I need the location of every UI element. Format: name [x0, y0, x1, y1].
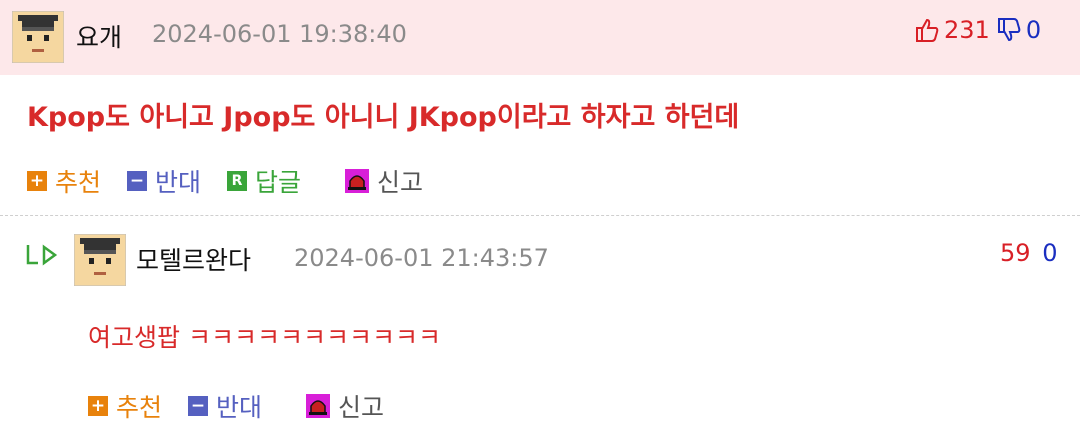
comment-text: Kpop도 아니고 Jpop도 아니니 JKpop이라고 하자고 하던데	[27, 102, 740, 133]
recommend-button[interactable]: + 추천	[27, 163, 101, 199]
downvote-count: 0	[1025, 16, 1042, 44]
recommend-label: 추천	[55, 168, 102, 197]
report-button[interactable]: 신고	[306, 388, 384, 424]
minus-icon: −	[127, 171, 148, 191]
oppose-label: 반대	[216, 393, 263, 422]
upvote-count: 59	[1000, 239, 1031, 267]
user-avatar-icon[interactable]	[74, 234, 126, 286]
oppose-button[interactable]: − 반대	[127, 163, 201, 199]
oppose-label: 반대	[155, 168, 202, 197]
thumbs-down-icon[interactable]	[996, 17, 1022, 43]
siren-icon	[345, 169, 370, 193]
minus-icon: −	[188, 396, 209, 416]
comment-nickname[interactable]: 모텔르완다	[136, 241, 251, 277]
recommend-label: 추천	[116, 393, 163, 422]
comment-nickname[interactable]: 요개	[76, 18, 122, 54]
comment-divider	[0, 215, 1080, 216]
report-label: 신고	[338, 393, 385, 422]
vote-counts: 59 0	[1000, 239, 1057, 267]
comment-date: 2024-06-01 21:43:57	[294, 244, 549, 272]
comment-actions: + 추천 − 반대 R 답글 신고	[27, 163, 449, 199]
report-label: 신고	[377, 168, 424, 197]
comment-actions: + 추천 − 반대 신고	[88, 388, 410, 424]
reply-arrow-icon	[26, 244, 58, 266]
vote-counts: 231 0	[914, 16, 1041, 44]
reply-label: 답글	[255, 168, 302, 197]
comment-text: 여고생팝 ㅋㅋㅋㅋㅋㅋㅋㅋㅋㅋㅋ	[88, 323, 441, 352]
user-avatar-icon[interactable]	[12, 11, 64, 63]
recommend-button[interactable]: + 추천	[88, 388, 162, 424]
reply-button[interactable]: R 답글	[227, 163, 301, 199]
plus-icon: +	[88, 396, 108, 416]
reply-icon: R	[227, 171, 248, 191]
comment-date: 2024-06-01 19:38:40	[152, 20, 407, 48]
upvote-count: 231	[944, 16, 990, 44]
report-button[interactable]: 신고	[345, 163, 423, 199]
plus-icon: +	[27, 171, 47, 191]
oppose-button[interactable]: − 반대	[188, 388, 262, 424]
downvote-count: 0	[1042, 239, 1058, 267]
thumbs-up-icon[interactable]	[914, 17, 940, 43]
siren-icon	[306, 394, 331, 418]
